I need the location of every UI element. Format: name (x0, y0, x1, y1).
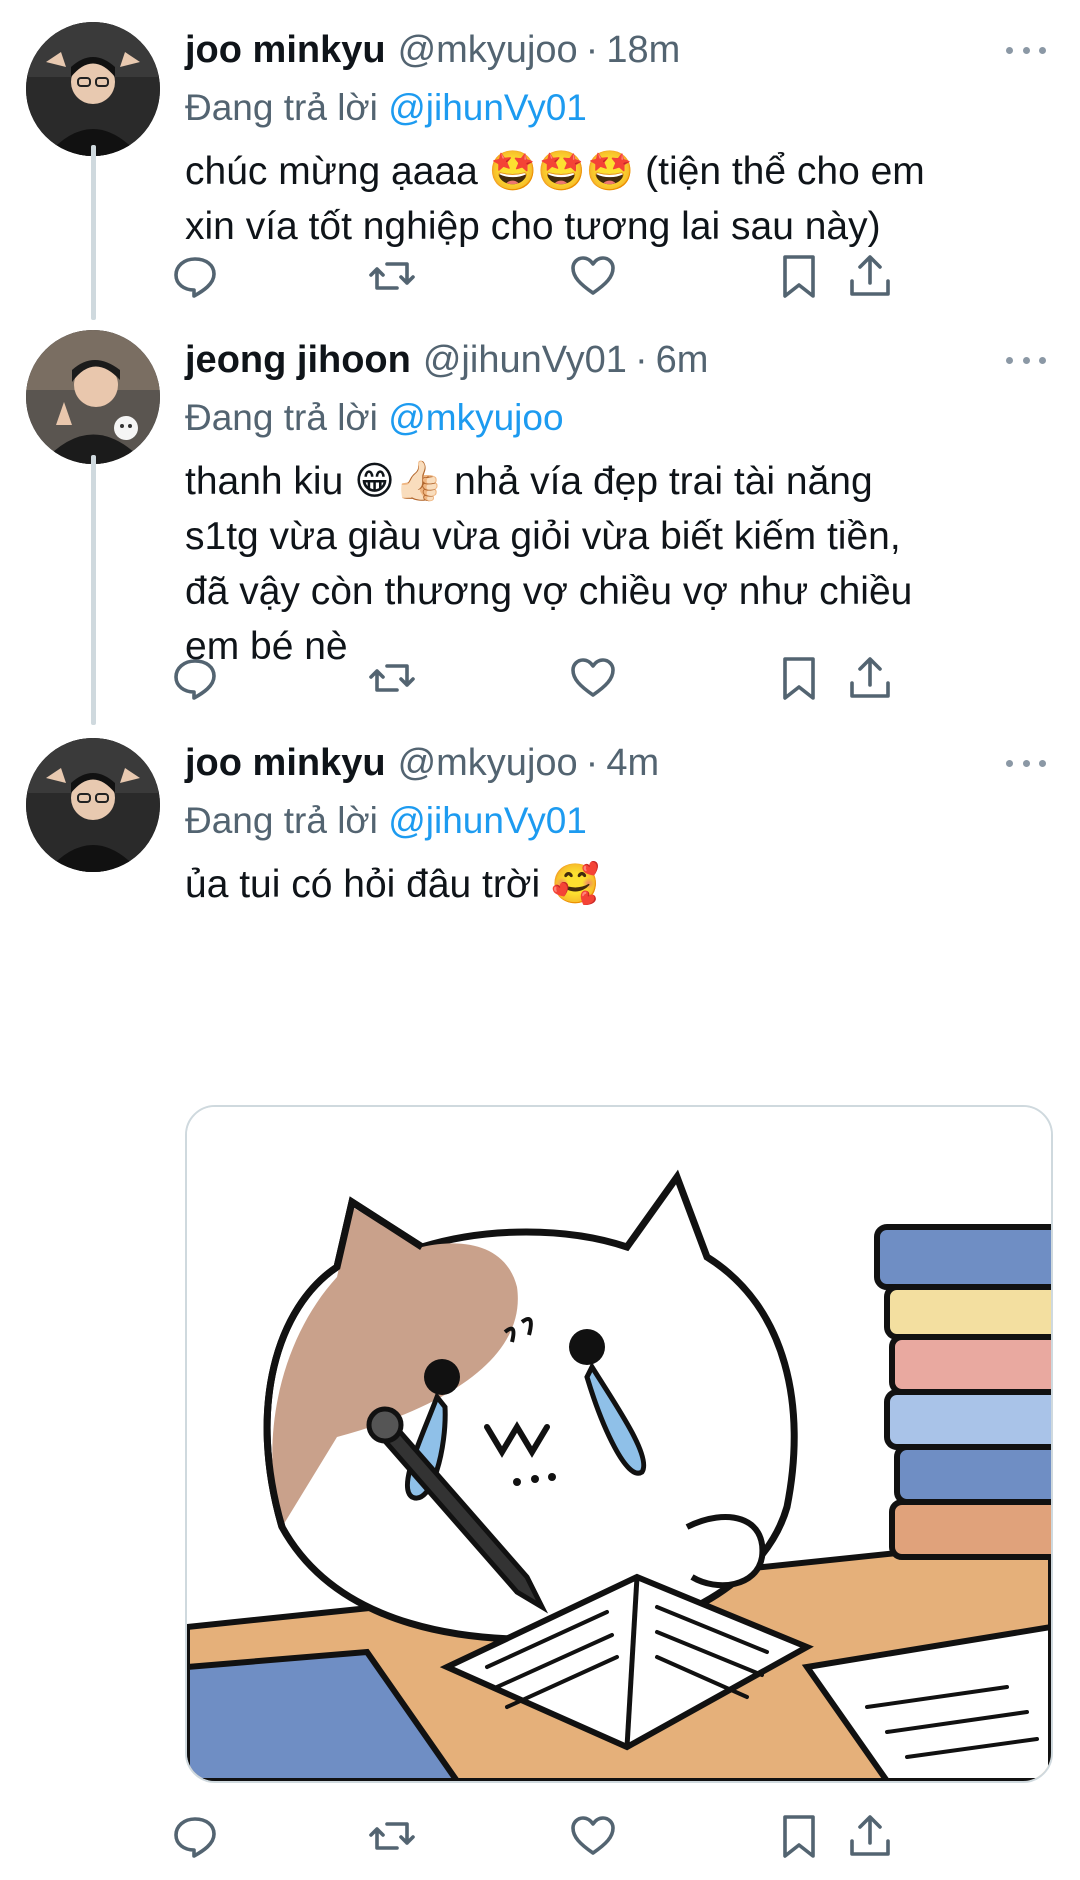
avatar[interactable] (26, 738, 160, 872)
share-button[interactable] (840, 246, 900, 306)
replying-to: Đang trả lời @jihunVy01 (185, 80, 1046, 136)
share-upload-icon (850, 1815, 890, 1856)
tweet-media-image[interactable] (185, 1105, 1053, 1783)
avatar-image (26, 738, 160, 872)
display-name[interactable]: joo minkyu (185, 29, 386, 72)
bookmark-button[interactable] (769, 1806, 829, 1866)
share-button[interactable] (840, 1806, 900, 1866)
more-horizontal-icon[interactable] (1006, 745, 1046, 781)
like-button[interactable] (563, 1806, 623, 1866)
tweet-actions (174, 1806, 1045, 1866)
retweet-icon (369, 664, 415, 692)
retweet-icon (369, 1822, 415, 1850)
thread-line (91, 455, 96, 725)
timestamp[interactable]: 6m (656, 339, 709, 382)
avatar-image (26, 22, 160, 156)
bookmark-icon (783, 255, 815, 298)
separator-dot: · (634, 338, 648, 381)
avatar[interactable] (26, 330, 160, 464)
bookmark-button[interactable] (769, 648, 829, 708)
tweet-text: ủa tui có hỏi đâu trời 🥰 (185, 863, 600, 906)
display-name[interactable]: joo minkyu (185, 742, 386, 785)
replying-to: Đang trả lời @mkyujoo (185, 390, 1046, 446)
bookmark-button[interactable] (769, 246, 829, 306)
user-handle[interactable]: @mkyujoo (398, 742, 578, 785)
reply-button[interactable] (165, 246, 225, 306)
share-upload-icon (850, 657, 890, 698)
avatar-image (26, 330, 160, 464)
more-horizontal-icon[interactable] (1006, 342, 1046, 378)
user-handle[interactable]: @mkyujoo (398, 29, 578, 72)
replying-to-label: Đang trả lời (185, 397, 378, 438)
timestamp[interactable]: 4m (606, 742, 659, 785)
heart-icon (571, 256, 615, 295)
reply-bubble-icon (174, 659, 216, 700)
retweet-button[interactable] (362, 648, 422, 708)
like-button[interactable] (563, 246, 623, 306)
tweet-header: joo minkyu @mkyujoo · 4m (185, 733, 1046, 793)
share-button[interactable] (840, 648, 900, 708)
replying-to-label: Đang trả lời (185, 800, 378, 841)
tweet-text: chúc mừng ạaaa 🤩🤩🤩 (tiện thể cho em xin … (185, 150, 925, 248)
bookmark-icon (783, 1815, 815, 1858)
tweet-header: joo minkyu @mkyujoo · 18m (185, 20, 1046, 80)
reply-bubble-icon (174, 257, 216, 298)
crying-cat-studying-illustration (187, 1107, 1051, 1781)
mention-link[interactable]: @mkyujoo (388, 397, 563, 438)
bookmark-icon (783, 657, 815, 700)
mention-link[interactable]: @jihunVy01 (388, 800, 587, 841)
heart-icon (571, 658, 615, 697)
share-upload-icon (850, 255, 890, 296)
replying-to-label: Đang trả lời (185, 87, 378, 128)
thread-line (91, 145, 96, 320)
retweet-button[interactable] (362, 1806, 422, 1866)
reply-button[interactable] (165, 648, 225, 708)
retweet-button[interactable] (362, 246, 422, 306)
retweet-icon (369, 262, 415, 290)
separator-dot: · (585, 741, 599, 784)
separator-dot: · (585, 28, 599, 71)
like-button[interactable] (563, 648, 623, 708)
mention-link[interactable]: @jihunVy01 (388, 87, 587, 128)
reply-button[interactable] (165, 1806, 225, 1866)
tweet-2[interactable]: jeong jihoon @jihunVy01 · 6m Đang trả lờ… (0, 330, 1080, 730)
tweet-actions (174, 246, 1045, 306)
display-name[interactable]: jeong jihoon (185, 339, 411, 382)
tweet-actions (174, 648, 1045, 708)
tweet-text: thanh kiu 😁👍🏻 nhả vía đẹp trai tài năng … (185, 460, 913, 668)
avatar[interactable] (26, 22, 160, 156)
user-handle[interactable]: @jihunVy01 (423, 339, 627, 382)
more-horizontal-icon[interactable] (1006, 32, 1046, 68)
timestamp[interactable]: 18m (606, 29, 680, 72)
heart-icon (571, 1816, 615, 1855)
tweet-1[interactable]: joo minkyu @mkyujoo · 18m Đang trả lời @… (0, 0, 1080, 330)
reply-bubble-icon (174, 1817, 216, 1858)
replying-to: Đang trả lời @jihunVy01 (185, 793, 1046, 849)
tweet-header: jeong jihoon @jihunVy01 · 6m (185, 330, 1046, 390)
